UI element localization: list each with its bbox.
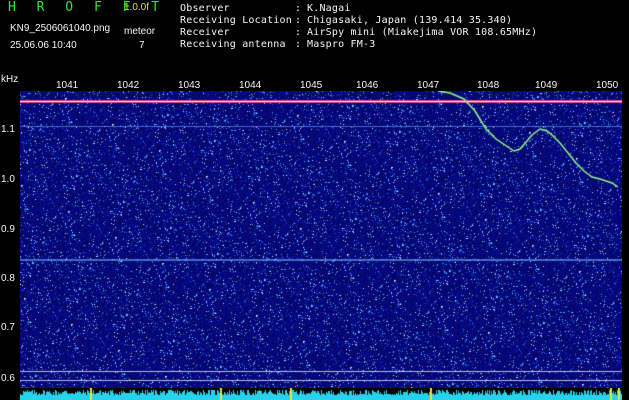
x-tick: 1048 [477,80,500,91]
unit-label: kHz [1,74,19,85]
info-key: Observer [180,3,230,14]
x-tick: 1042 [117,80,140,91]
info-separator: : [295,39,302,50]
info-separator: : [295,3,302,14]
info-value: AirSpy mini (Miakejima VOR 108.65MHz) [307,27,538,38]
spectrum-strip [20,388,622,400]
version-label: 1.0.0f [124,2,150,13]
x-tick: 1049 [535,80,558,91]
x-tick: 1050 [596,80,619,91]
info-separator: : [295,27,302,38]
info-antenna: Receiving antenna: Maspro FM-3 [180,39,375,50]
y-tick: 0.6 [1,373,15,384]
info-value: Maspro FM-3 [307,39,376,50]
x-tick: 1043 [178,80,201,91]
timestamp-label: 25.06.06 10:40 [10,40,77,51]
x-tick: 1044 [239,80,262,91]
info-key: Receiver [180,27,230,38]
mode-value: 7 [139,40,145,51]
y-tick: 0.7 [1,322,15,333]
info-key: Receiving Location [180,15,292,26]
waterfall-spectrogram [20,91,622,400]
info-value: K.Nagai [307,3,351,14]
info-receiver: Receiver: AirSpy mini (Miakejima VOR 108.… [180,27,537,38]
info-observer: Observer: K.Nagai [180,3,351,14]
info-key: Receiving antenna [180,39,286,50]
filename-label: KN9_2506061040.png [10,23,111,34]
y-tick: 1.1 [1,124,15,135]
info-separator: : [295,15,302,26]
y-tick: 0.9 [1,224,15,235]
x-tick: 1041 [56,80,79,91]
x-tick: 1046 [356,80,379,91]
mode-label: meteor [124,26,156,37]
x-tick: 1045 [300,80,323,91]
info-location: Receiving Location: Chigasaki, Japan (139… [180,15,512,26]
x-tick: 1047 [417,80,440,91]
info-value: Chigasaki, Japan (139.414 35.340) [307,15,513,26]
y-tick: 0.8 [1,273,15,284]
y-tick: 1.0 [1,174,15,185]
